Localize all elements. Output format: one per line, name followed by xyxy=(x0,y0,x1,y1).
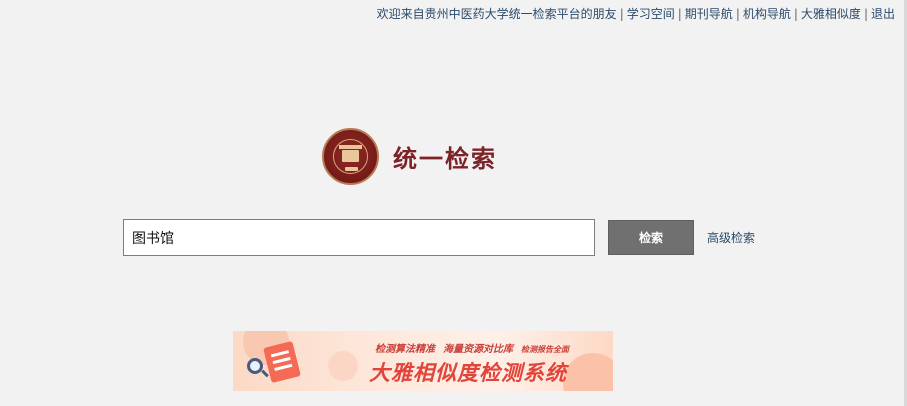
nav-link-daya-similarity[interactable]: 大雅相似度 xyxy=(801,5,861,22)
welcome-text: 欢迎来自贵州中医药大学统一检索平台的朋友 xyxy=(376,7,617,21)
banner-tagline-3: 检测报告全面 xyxy=(521,345,569,354)
document-icon xyxy=(263,340,301,384)
nav-separator: | xyxy=(735,7,740,21)
banner-decor-circle xyxy=(328,351,358,381)
banner-tagline-2: 海量资源对比库 xyxy=(443,344,513,355)
top-nav: 欢迎来自贵州中医药大学统一检索平台的朋友 | 学习空间 | 期刊导航 | 机构导航 | 大雅相似… xyxy=(377,5,895,22)
university-seal-icon xyxy=(322,128,379,185)
nav-link-journal-nav[interactable]: 期刊导航 xyxy=(685,5,733,22)
brand-header: 统一检索 xyxy=(322,128,497,185)
seal-building-mark xyxy=(339,145,362,162)
banner-tagline: 检测算法精准 海量资源对比库 检测报告全面 xyxy=(375,340,577,355)
nav-link-logout[interactable]: 退出 xyxy=(871,5,895,22)
banner-tagline-1: 检测算法精准 xyxy=(375,344,435,355)
seal-year-mark xyxy=(345,167,358,171)
search-input[interactable] xyxy=(123,219,595,256)
banner-headline: 大雅相似度检测系统 xyxy=(369,361,567,385)
nav-link-study-space[interactable]: 学习空间 xyxy=(627,5,675,22)
magnifier-icon xyxy=(247,358,263,374)
nav-separator: | xyxy=(863,7,868,21)
promo-banner[interactable]: 检测算法精准 海量资源对比库 检测报告全面 大雅相似度检测系统 xyxy=(233,331,613,391)
advanced-search-link[interactable]: 高级检索 xyxy=(707,229,755,246)
nav-separator: | xyxy=(619,7,624,21)
page-title: 统一检索 xyxy=(393,144,497,173)
nav-link-institution-nav[interactable]: 机构导航 xyxy=(743,5,791,22)
nav-separator: | xyxy=(677,7,682,21)
nav-separator: | xyxy=(793,7,798,21)
search-button[interactable]: 检索 xyxy=(608,220,694,255)
banner-decor-circle xyxy=(563,353,613,391)
